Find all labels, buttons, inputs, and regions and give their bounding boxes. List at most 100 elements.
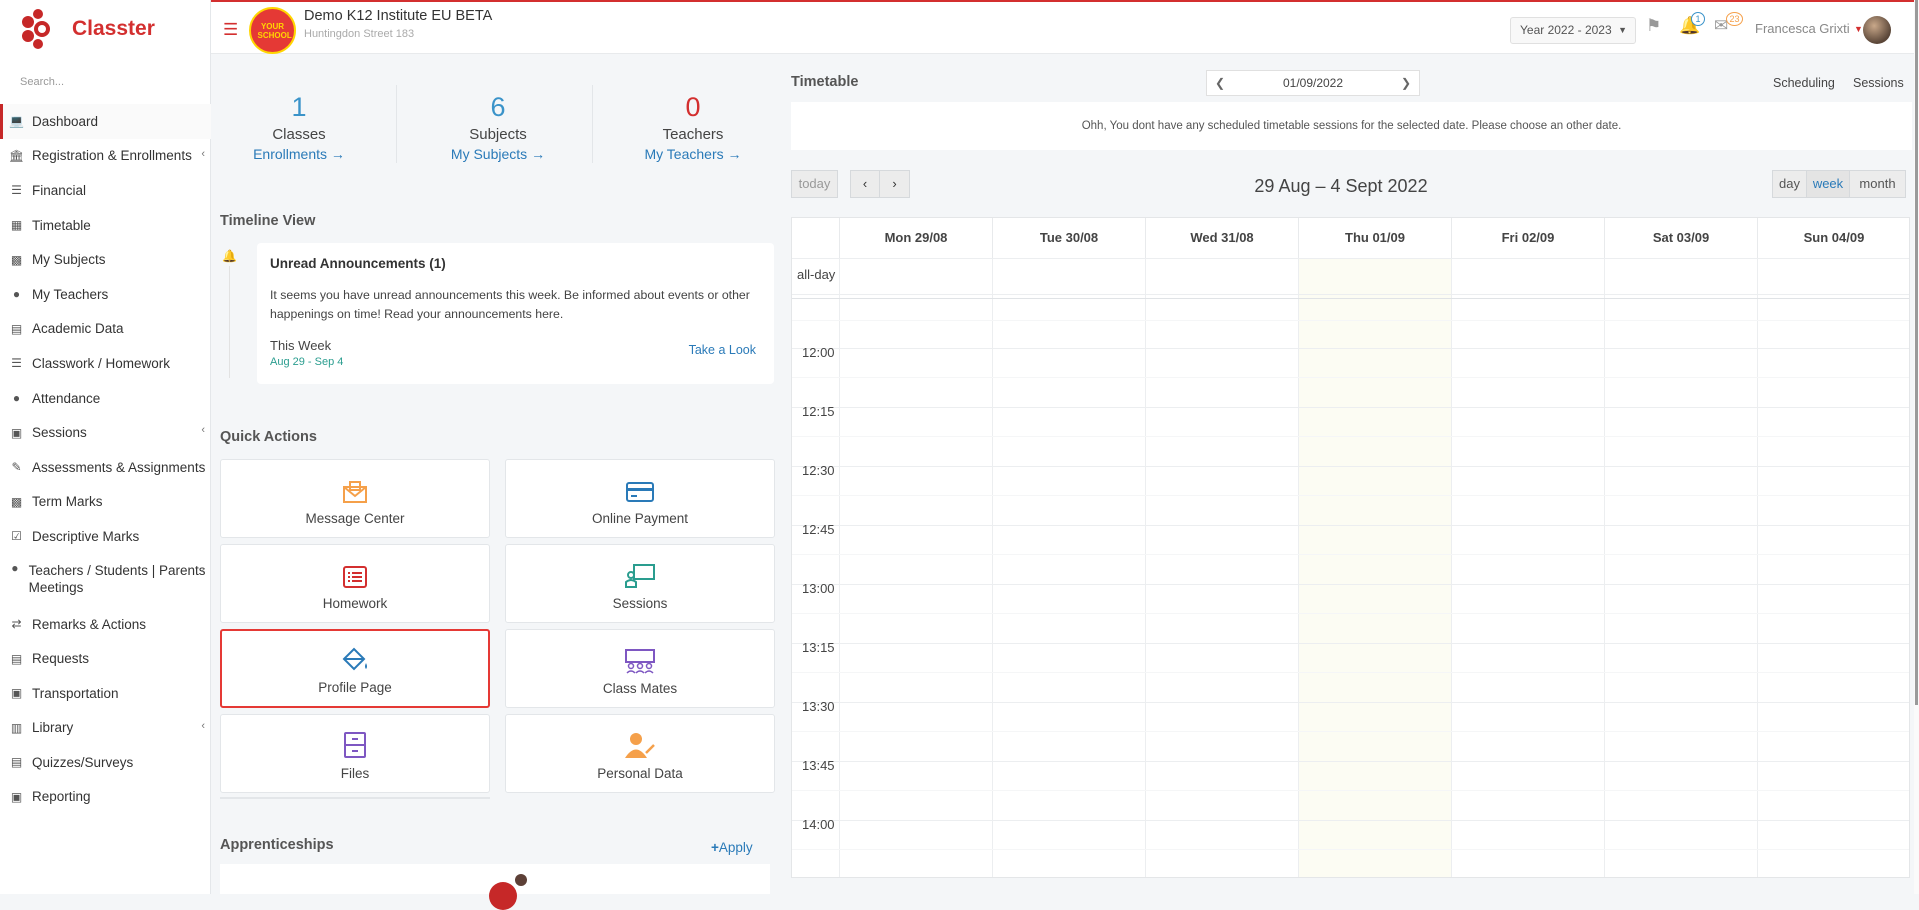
classter-logo[interactable]: Classter bbox=[20, 8, 155, 50]
timetable-notice: Ohh, You dont have any scheduled timetab… bbox=[791, 102, 1912, 150]
grid-line bbox=[792, 820, 1909, 821]
stat-label: Teachers bbox=[662, 126, 724, 143]
grid-line bbox=[792, 731, 1909, 732]
announcement-card: Unread Announcements (1) It seems you ha… bbox=[257, 243, 774, 384]
chevron-left-icon: ‹ bbox=[862, 176, 868, 191]
sidebar-item-academic-data[interactable]: ▤ Academic Data bbox=[0, 312, 211, 347]
quick-action-personal-data[interactable]: Personal Data bbox=[505, 714, 775, 793]
stat-classes: 1 Classes Enrollments → bbox=[209, 92, 389, 162]
quick-action-homework[interactable]: Homework bbox=[220, 544, 490, 623]
sidebar-item-label: Assessments & Assignments bbox=[32, 459, 206, 475]
sidebar-item-dashboard[interactable]: 💻 Dashboard bbox=[0, 104, 211, 139]
day-header: Thu 01/09 bbox=[1298, 218, 1451, 258]
flag-icon[interactable]: ⚑ bbox=[1646, 16, 1661, 36]
sidebar-item-financial[interactable]: ☰ Financial bbox=[0, 173, 211, 208]
sidebar-item-my-subjects[interactable]: ▩ My Subjects bbox=[0, 242, 211, 277]
scheduling-button[interactable]: Scheduling bbox=[1767, 71, 1841, 96]
menu-toggle-icon[interactable]: ☰ bbox=[223, 20, 238, 40]
date-picker[interactable]: ❮ 01/09/2022 ❯ bbox=[1206, 70, 1420, 96]
day-header: Tue 30/08 bbox=[992, 218, 1145, 258]
sidebar-item-requests[interactable]: ▤ Requests bbox=[0, 641, 211, 676]
quick-action-sessions[interactable]: Sessions bbox=[505, 544, 775, 623]
sidebar-item-attendance[interactable]: ● Attendance bbox=[0, 381, 211, 416]
stat-link-label: My Teachers bbox=[644, 146, 724, 162]
apprenticeships-title: Apprenticeships bbox=[220, 837, 334, 853]
presentation-icon: ▣ bbox=[10, 425, 23, 440]
view-month-button[interactable]: month bbox=[1849, 170, 1906, 198]
time-label: 12:45 bbox=[802, 522, 835, 537]
take-a-look-link[interactable]: Take a Look bbox=[689, 343, 756, 357]
today-column-highlight bbox=[1298, 258, 1451, 877]
view-week-button[interactable]: week bbox=[1806, 170, 1850, 198]
grid-line bbox=[792, 298, 1909, 299]
chevron-right-icon[interactable]: ❯ bbox=[1401, 76, 1411, 90]
sidebar-item-teachers-students-parents-meetings[interactable]: ● Teachers / Students | Parents Meetings ‹ bbox=[0, 554, 211, 607]
sidebar-item-library[interactable]: ▥ Library ‹ bbox=[0, 711, 211, 746]
chevron-left-icon[interactable]: ❮ bbox=[1215, 76, 1225, 90]
sidebar-item-reporting[interactable]: ▣ Reporting bbox=[0, 780, 211, 815]
quick-action-files[interactable]: Files bbox=[220, 714, 490, 793]
apprenticeship-illustration bbox=[489, 874, 533, 910]
next-week-button[interactable]: › bbox=[879, 170, 910, 198]
stat-divider bbox=[592, 85, 593, 163]
apply-label: Apply bbox=[718, 840, 753, 855]
file-cabinet-icon bbox=[342, 731, 368, 762]
grid-line bbox=[1757, 218, 1758, 877]
sidebar-item-transportation[interactable]: ▣ Transportation bbox=[0, 676, 211, 711]
quick-actions-title: Quick Actions bbox=[220, 429, 317, 445]
sidebar-item-term-marks[interactable]: ▩ Term Marks bbox=[0, 485, 211, 520]
time-label: 12:00 bbox=[802, 345, 835, 360]
sidebar-item-label: Descriptive Marks bbox=[32, 528, 140, 544]
user-caret-icon[interactable]: ▼ bbox=[1854, 24, 1863, 34]
grid-line bbox=[792, 294, 1909, 295]
book-closed-icon: ▩ bbox=[10, 494, 23, 509]
quick-action-message-center[interactable]: Message Center bbox=[220, 459, 490, 538]
time-label: 13:00 bbox=[802, 581, 835, 596]
avatar[interactable] bbox=[1863, 16, 1891, 44]
quick-action-class-mates[interactable]: Class Mates bbox=[505, 629, 775, 708]
stat-link[interactable]: My Subjects → bbox=[408, 146, 588, 162]
view-day-button[interactable]: day bbox=[1772, 170, 1807, 198]
search-input[interactable]: Search... bbox=[20, 76, 64, 88]
year-select[interactable]: Year 2022 - 2023 ▼ bbox=[1510, 17, 1636, 44]
arrow-right-icon: → bbox=[330, 146, 345, 162]
sidebar-item-label: Classwork / Homework bbox=[32, 355, 171, 371]
sidebar-item-timetable[interactable]: ▦ Timetable bbox=[0, 208, 211, 243]
sidebar-item-remarks-actions[interactable]: ⇄ Remarks & Actions bbox=[0, 607, 211, 642]
user-name[interactable]: Francesca Grixti bbox=[1755, 21, 1850, 36]
time-label: 12:30 bbox=[802, 463, 835, 478]
sessions-button[interactable]: Sessions bbox=[1847, 71, 1910, 96]
year-select-value: Year 2022 - 2023 bbox=[1520, 23, 1612, 37]
chevron-right-icon: › bbox=[892, 176, 897, 191]
grid-line bbox=[792, 554, 1909, 555]
illustration-person bbox=[515, 874, 527, 886]
grid-line bbox=[792, 525, 1909, 526]
quick-action-profile-page[interactable]: Profile Page bbox=[220, 629, 490, 708]
stat-link[interactable]: My Teachers → bbox=[603, 146, 783, 162]
page-scrollbar-thumb[interactable] bbox=[1915, 0, 1918, 705]
quiz-icon: ▤ bbox=[10, 755, 23, 770]
sidebar-item-descriptive-marks[interactable]: ☑ Descriptive Marks bbox=[0, 519, 211, 554]
sidebar-item-label: Library bbox=[32, 720, 74, 736]
sidebar-item-assessments-assignments[interactable]: ✎ Assessments & Assignments bbox=[0, 450, 211, 485]
timetable-title: Timetable bbox=[791, 74, 859, 90]
stat-value: 6 bbox=[490, 92, 506, 122]
sidebar-item-label: My Subjects bbox=[32, 252, 106, 268]
sidebar-item-quizzes-surveys[interactable]: ▤ Quizzes/Surveys bbox=[0, 745, 211, 780]
quick-action-label: Homework bbox=[322, 596, 388, 611]
quick-action-label: Online Payment bbox=[591, 511, 689, 526]
grid-line bbox=[792, 377, 1909, 378]
today-button[interactable]: today bbox=[791, 170, 838, 198]
grid-line bbox=[1451, 218, 1452, 877]
sidebar-item-label: Attendance bbox=[32, 390, 101, 406]
sidebar-item-registration-enrollments[interactable]: 🏛 Registration & Enrollments ‹ bbox=[0, 139, 211, 174]
quick-action-online-payment[interactable]: Online Payment bbox=[505, 459, 775, 538]
sidebar-item-my-teachers[interactable]: ● My Teachers bbox=[0, 277, 211, 312]
apply-button[interactable]: +Apply bbox=[711, 840, 753, 855]
app-name: Classter bbox=[72, 17, 155, 40]
quick-actions-scroll-divider bbox=[220, 797, 490, 799]
prev-week-button[interactable]: ‹ bbox=[850, 170, 880, 198]
stat-link[interactable]: Enrollments → bbox=[209, 146, 389, 162]
sidebar-item-sessions[interactable]: ▣ Sessions ‹ bbox=[0, 415, 211, 450]
sidebar-item-classwork-homework[interactable]: ☰ Classwork / Homework bbox=[0, 346, 211, 381]
